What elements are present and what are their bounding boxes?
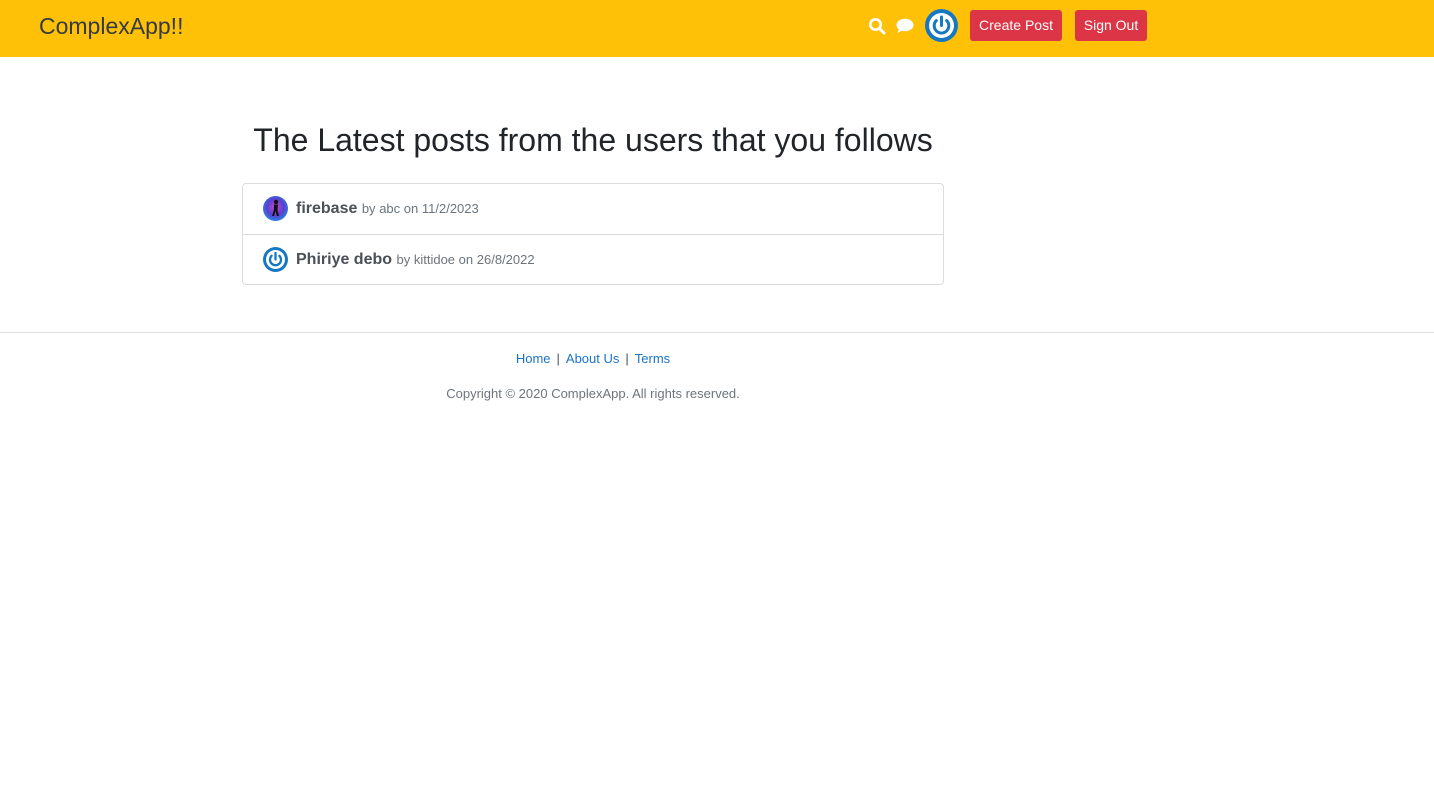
post-on-word: on	[403, 201, 419, 216]
post-by-word: by	[396, 252, 411, 267]
create-post-button[interactable]: Create Post	[970, 10, 1062, 41]
footer-home-link[interactable]: Home	[516, 351, 551, 366]
power-avatar-icon	[263, 247, 288, 272]
post-author: kittidoe	[413, 252, 456, 267]
footer-terms-link[interactable]: Terms	[635, 351, 670, 366]
footer-divider	[0, 332, 1434, 333]
post-on-word: on	[458, 252, 474, 267]
post-meta: by abc on 11/2/2023	[362, 201, 479, 216]
footer-separator: |	[556, 351, 560, 366]
post-list: firebase by abc on 11/2/2023 Phiriye deb…	[242, 183, 944, 285]
page-title: The Latest posts from the users that you…	[253, 122, 933, 158]
copyright-text: Copyright © 2020 ComplexApp. All rights …	[446, 386, 740, 401]
post-item[interactable]: Phiriye debo by kittidoe on 26/8/2022	[243, 234, 943, 284]
sign-out-button[interactable]: Sign Out	[1075, 10, 1147, 41]
post-date: 26/8/2022	[476, 252, 535, 267]
post-by-word: by	[361, 201, 376, 216]
chat-icon[interactable]	[896, 18, 914, 34]
post-author: abc	[379, 201, 401, 216]
post-text: firebase by abc on 11/2/2023	[296, 199, 479, 219]
top-navbar: ComplexApp!! Create Post Sign Out	[0, 0, 1434, 57]
post-title-link[interactable]: firebase	[296, 200, 357, 217]
search-icon[interactable]	[868, 17, 886, 35]
brand-link[interactable]: ComplexApp!!	[39, 12, 183, 40]
post-title-link[interactable]: Phiriye debo	[296, 251, 392, 268]
post-item[interactable]: firebase by abc on 11/2/2023	[243, 184, 943, 234]
footer-about-link[interactable]: About Us	[566, 351, 619, 366]
galaxy-figure-avatar-icon	[263, 196, 288, 221]
post-text: Phiriye debo by kittidoe on 26/8/2022	[296, 250, 535, 270]
footer-separator: |	[625, 351, 629, 366]
post-date: 11/2/2023	[421, 201, 479, 216]
footer-links: Home | About Us | Terms	[242, 350, 944, 368]
post-meta: by kittidoe on 26/8/2022	[396, 252, 534, 267]
power-avatar-icon[interactable]	[925, 9, 958, 42]
